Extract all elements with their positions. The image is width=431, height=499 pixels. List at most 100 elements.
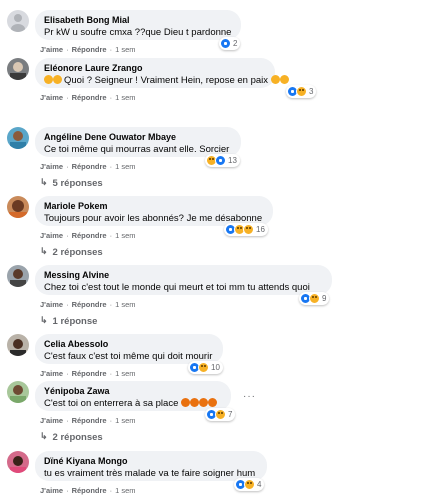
reaction-summary[interactable]: 10 bbox=[188, 361, 223, 374]
comment-author[interactable]: Mariole Pokem bbox=[44, 200, 264, 212]
sad-icon bbox=[296, 86, 307, 97]
sad-icon bbox=[270, 75, 280, 84]
reply-button[interactable]: Répondre bbox=[72, 45, 107, 54]
comment-time[interactable]: 1 sem bbox=[115, 93, 135, 102]
comment-time[interactable]: 1 sem bbox=[115, 369, 135, 378]
reaction-summary[interactable]: 13 bbox=[205, 154, 240, 167]
angry-icon bbox=[190, 398, 199, 407]
avatar[interactable] bbox=[7, 265, 29, 287]
comment-bubble: Angéline Dene Ouwator Mbaye Ce toi même … bbox=[35, 127, 241, 157]
reaction-count: 10 bbox=[211, 363, 220, 372]
avatar[interactable] bbox=[7, 127, 29, 149]
comment-bubble: Yénipoba Zawa C'est toi on enterrera à s… bbox=[35, 381, 231, 411]
avatar[interactable] bbox=[7, 58, 29, 80]
comment-author[interactable]: Yénipoba Zawa bbox=[44, 385, 222, 397]
reaction-count: 3 bbox=[309, 87, 314, 96]
reaction-count: 9 bbox=[322, 294, 327, 303]
like-button[interactable]: J'aime bbox=[40, 486, 63, 495]
comment-time[interactable]: 1 sem bbox=[115, 162, 135, 171]
comment-bubble: Dïné Kiyana Mongo tu es vraiment très ma… bbox=[35, 451, 267, 481]
reply-button[interactable]: Répondre bbox=[72, 300, 107, 309]
comment-actions: J'aime · Répondre · 1 sem bbox=[40, 231, 136, 240]
like-button[interactable]: J'aime bbox=[40, 162, 63, 171]
view-replies-link[interactable]: ↳ 2 réponses bbox=[40, 246, 103, 258]
comment-time[interactable]: 1 sem bbox=[115, 300, 135, 309]
comment-actions: J'aime · Répondre · 1 sem bbox=[40, 486, 136, 495]
reaction-count: 13 bbox=[228, 156, 237, 165]
view-replies-link[interactable]: ↳ 1 réponse bbox=[40, 315, 97, 327]
haha-icon bbox=[198, 362, 209, 373]
reaction-summary[interactable]: 9 bbox=[299, 292, 330, 305]
reaction-summary[interactable]: 7 bbox=[205, 408, 236, 421]
reply-button[interactable]: Répondre bbox=[72, 486, 107, 495]
like-button[interactable]: J'aime bbox=[40, 45, 63, 54]
comment-bubble: Elisabeth Bong Mial Pr kW u soufre cmxa … bbox=[35, 10, 241, 40]
haha-icon bbox=[309, 293, 320, 304]
comment-text: C'est toi on enterrera à sa place bbox=[44, 397, 222, 410]
comment-author[interactable]: Dïné Kiyana Mongo bbox=[44, 455, 258, 467]
reaction-summary[interactable]: 16 bbox=[224, 223, 268, 236]
avatar[interactable] bbox=[7, 451, 29, 473]
reaction-count: 2 bbox=[233, 39, 238, 48]
reaction-count: 4 bbox=[257, 480, 262, 489]
avatar[interactable] bbox=[7, 196, 29, 218]
smiley-icon bbox=[53, 75, 62, 84]
avatar[interactable] bbox=[7, 334, 29, 356]
comment-text: Chez toi c'est tout le monde qui meurt e… bbox=[44, 282, 310, 293]
reply-arrow-icon: ↳ bbox=[40, 315, 48, 325]
like-button[interactable]: J'aime bbox=[40, 93, 63, 102]
comment-actions: J'aime · Répondre · 1 sem bbox=[40, 162, 136, 171]
angry-icon bbox=[199, 398, 208, 407]
reply-button[interactable]: Répondre bbox=[72, 416, 107, 425]
reply-button[interactable]: Répondre bbox=[72, 231, 107, 240]
reaction-summary[interactable]: 4 bbox=[234, 478, 265, 491]
avatar[interactable] bbox=[7, 381, 29, 403]
wow-icon bbox=[243, 224, 254, 235]
like-icon bbox=[215, 155, 226, 166]
comment-time[interactable]: 1 sem bbox=[115, 45, 135, 54]
more-icon[interactable]: ··· bbox=[243, 391, 256, 402]
comment-author[interactable]: Messing Alvine bbox=[44, 269, 323, 281]
comment-text: C'est faux c'est toi même qui doit mouri… bbox=[44, 351, 213, 362]
like-button[interactable]: J'aime bbox=[40, 369, 63, 378]
haha-icon bbox=[244, 479, 255, 490]
comment-actions: J'aime · Répondre · 1 sem bbox=[40, 45, 136, 54]
comment-text: Ce toi même qui mourras avant elle. Sorc… bbox=[44, 144, 230, 155]
angry-icon bbox=[181, 398, 190, 407]
comment-text: Quoi ? Seigneur ! Vraiment Hein, repose … bbox=[44, 74, 289, 87]
reply-arrow-icon: ↳ bbox=[40, 431, 48, 441]
comment-author[interactable]: Elisabeth Bong Mial bbox=[44, 14, 232, 26]
comment-time[interactable]: 1 sem bbox=[115, 486, 135, 495]
comment-actions: J'aime · Répondre · 1 sem bbox=[40, 300, 136, 309]
angry-icon bbox=[208, 398, 217, 407]
sad-icon bbox=[279, 75, 289, 84]
comment-bubble: Mariole Pokem Toujours pour avoir les ab… bbox=[35, 196, 273, 226]
comment-bubble: Celia Abessolo C'est faux c'est toi même… bbox=[35, 334, 223, 364]
like-button[interactable]: J'aime bbox=[40, 231, 63, 240]
smiley-icon bbox=[44, 75, 53, 84]
comment-time[interactable]: 1 sem bbox=[115, 416, 135, 425]
comment-author[interactable]: Angéline Dene Ouwator Mbaye bbox=[44, 131, 232, 143]
reply-button[interactable]: Répondre bbox=[72, 162, 107, 171]
comment-text: tu es vraiment très malade va te faire s… bbox=[44, 468, 256, 479]
avatar[interactable] bbox=[7, 10, 29, 32]
comment-actions: J'aime · Répondre · 1 sem bbox=[40, 369, 136, 378]
comment-author[interactable]: Celia Abessolo bbox=[44, 338, 214, 350]
reply-button[interactable]: Répondre bbox=[72, 93, 107, 102]
comment-author[interactable]: Eléonore Laure Zrango bbox=[44, 62, 266, 74]
comment-bubble: Eléonore Laure Zrango Quoi ? Seigneur ! … bbox=[35, 58, 289, 88]
like-icon bbox=[220, 38, 231, 49]
view-replies-link[interactable]: ↳ 2 réponses bbox=[40, 431, 103, 443]
reply-button[interactable]: Répondre bbox=[72, 369, 107, 378]
reaction-count: 16 bbox=[256, 225, 265, 234]
comment-bubble: Messing Alvine Chez toi c'est tout le mo… bbox=[35, 265, 332, 295]
reply-arrow-icon: ↳ bbox=[40, 177, 48, 187]
like-button[interactable]: J'aime bbox=[40, 300, 63, 309]
comment-text: Pr kW u soufre cmxa ??que Dieu t pardonn… bbox=[44, 27, 232, 38]
comment-time[interactable]: 1 sem bbox=[115, 231, 135, 240]
reaction-summary[interactable]: 3 bbox=[286, 85, 317, 98]
reply-arrow-icon: ↳ bbox=[40, 246, 48, 256]
like-button[interactable]: J'aime bbox=[40, 416, 63, 425]
reaction-summary[interactable]: 2 bbox=[219, 37, 241, 50]
view-replies-link[interactable]: ↳ 5 réponses bbox=[40, 177, 103, 189]
